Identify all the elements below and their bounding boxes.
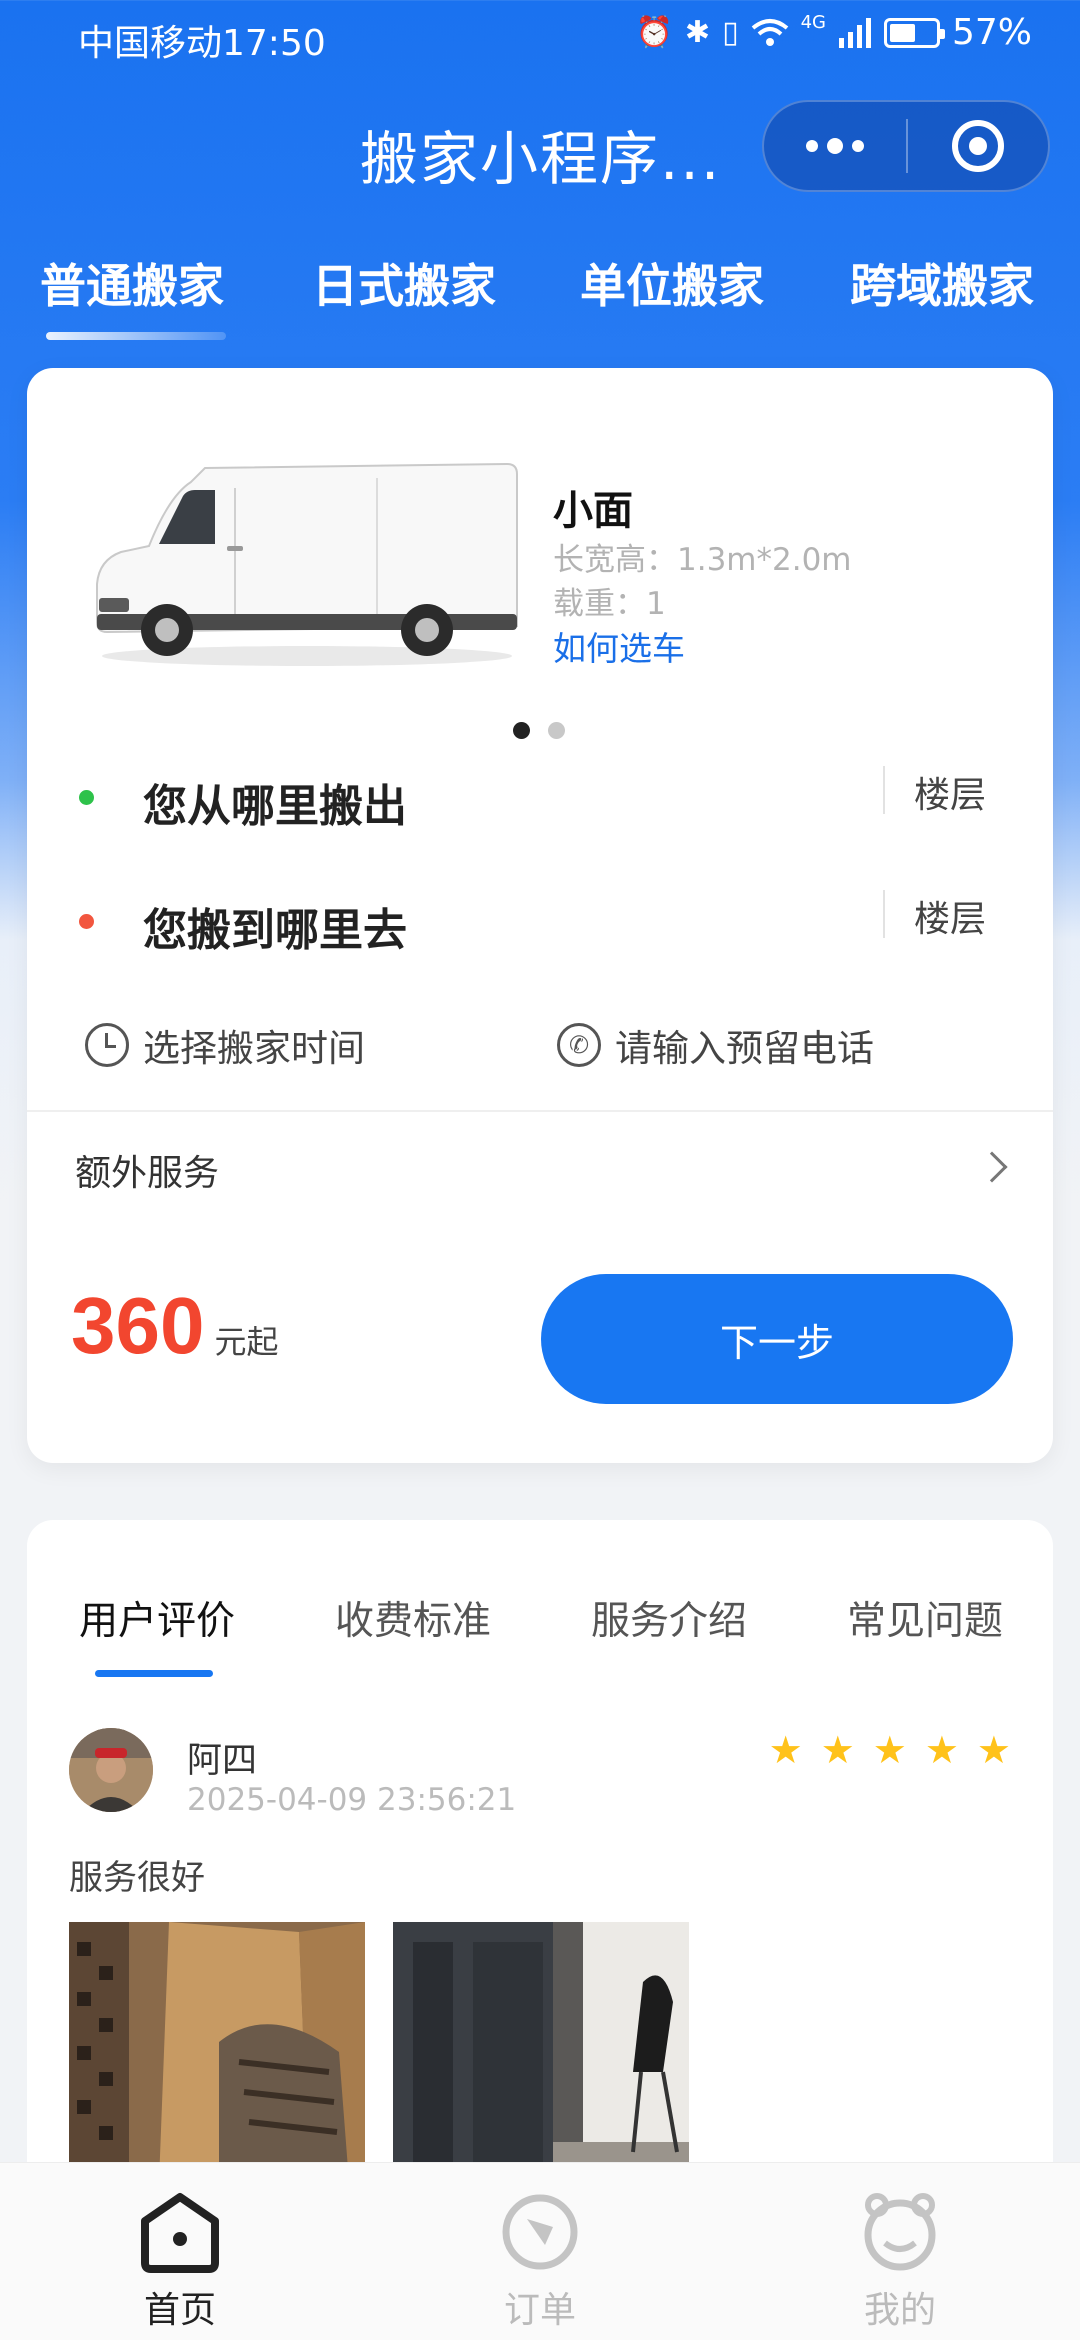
battery-icon <box>883 17 945 48</box>
review-date: 2025-04-09 23:56:21 <box>187 1782 517 1818</box>
tabbar-home[interactable]: 首页 <box>110 2191 250 2333</box>
phone-icon: ✆ <box>557 1023 601 1067</box>
to-address-input[interactable]: 您搬到哪里去 <box>143 894 407 958</box>
tabbar-orders-label: 订单 <box>503 2290 576 2331</box>
carrier-time: 中国移动17:50 <box>78 23 326 64</box>
chevron-right-icon <box>976 1151 1008 1183</box>
bluetooth-icon: ✱ <box>684 14 711 50</box>
wifi-icon <box>751 18 788 46</box>
price-amount: 360 <box>71 1281 205 1370</box>
tab-user-reviews[interactable]: 用户评价 <box>79 1590 235 1646</box>
from-floor-button[interactable]: 楼层 <box>914 766 986 818</box>
tabbar-orders[interactable]: 订单 <box>470 2191 610 2333</box>
phone-input[interactable]: ✆ 请输入预留电话 <box>557 1018 874 1072</box>
pager-dot-active[interactable] <box>513 722 530 739</box>
how-to-choose-link[interactable]: 如何选车 <box>553 622 685 670</box>
more-dot-icon <box>806 140 818 152</box>
tab-cross-region-moving[interactable]: 跨域搬家 <box>850 250 1034 316</box>
from-address-row[interactable]: 您从哪里搬出 楼层 <box>27 758 1053 838</box>
battery-percent: 57% <box>951 12 1032 53</box>
home-icon <box>141 2193 219 2273</box>
active-tab-indicator <box>95 1670 213 1677</box>
star-icon: ★ <box>768 1728 803 1772</box>
star-icon: ★ <box>924 1728 959 1772</box>
title-bar: 搬家小程序... <box>0 90 1080 210</box>
more-dot-icon <box>827 138 843 154</box>
to-dot-icon <box>79 914 94 929</box>
star-icon: ★ <box>872 1728 907 1772</box>
active-tab-indicator <box>46 332 226 340</box>
moving-time-placeholder: 选择搬家时间 <box>143 1027 365 1070</box>
bottom-tab-bar: 首页 订单 我的 <box>0 2162 1080 2340</box>
booking-card: 小面 长宽高：1.3m*2.0m 载重：1 如何选车 您从哪里搬出 楼层 您搬到… <box>27 368 1053 1463</box>
star-icon: ★ <box>976 1728 1011 1772</box>
tabbar-mine[interactable]: 我的 <box>830 2191 970 2333</box>
status-bar: 中国移动17:50 ⏰ ✱ ▯ 4G 57% <box>0 0 1080 80</box>
extra-services-label: 额外服务 <box>75 1153 220 1194</box>
vehicle-dimensions: 长宽高：1.3m*2.0m <box>553 542 852 578</box>
tab-faq[interactable]: 常见问题 <box>847 1590 1003 1646</box>
section-divider <box>27 1110 1053 1112</box>
alarm-icon: ⏰ <box>635 14 673 50</box>
price-display: 360 元起 <box>71 1280 279 1372</box>
from-address-input[interactable]: 您从哪里搬出 <box>143 770 407 834</box>
vehicle-name: 小面 <box>553 488 633 534</box>
star-icon: ★ <box>820 1728 855 1772</box>
pager-dot[interactable] <box>548 722 565 739</box>
close-mini-program-button[interactable] <box>908 120 1048 172</box>
phone-placeholder: 请输入预留电话 <box>615 1027 874 1070</box>
review-text: 服务很好 <box>69 1858 205 1898</box>
to-address-row[interactable]: 您搬到哪里去 楼层 <box>27 882 1053 962</box>
next-step-button[interactable]: 下一步 <box>541 1274 1013 1404</box>
tab-normal-moving[interactable]: 普通搬家 <box>40 250 224 316</box>
mini-program-capsule <box>762 100 1050 192</box>
price-unit: 元起 <box>214 1323 279 1361</box>
vehicle-load: 载重：1 <box>553 586 666 622</box>
tab-pricing-standard[interactable]: 收费标准 <box>335 1590 491 1646</box>
tab-service-intro[interactable]: 服务介绍 <box>591 1590 747 1646</box>
review-photo[interactable] <box>393 1922 689 2182</box>
to-floor-button[interactable]: 楼层 <box>914 890 986 942</box>
van-image[interactable] <box>87 448 527 678</box>
page-title: 搬家小程序... <box>360 125 722 193</box>
more-dot-icon <box>852 140 864 152</box>
target-icon <box>952 120 1004 172</box>
divider <box>883 890 885 938</box>
status-icons: ⏰ ✱ ▯ 4G 57% <box>636 12 1032 53</box>
tab-company-moving[interactable]: 单位搬家 <box>580 250 764 316</box>
rating-stars: ★ ★ ★ ★ ★ <box>769 1730 1011 1770</box>
meta-row: 选择搬家时间 ✆ 请输入预留电话 <box>27 1018 1053 1088</box>
from-dot-icon <box>79 790 94 805</box>
service-tabs: 普通搬家 日式搬家 单位搬家 跨域搬家 <box>0 250 1080 350</box>
vibrate-icon: ▯ <box>722 14 739 50</box>
avatar[interactable] <box>69 1728 153 1812</box>
extra-services-row[interactable]: 额外服务 <box>27 1118 1053 1218</box>
divider <box>883 766 885 814</box>
review-photo[interactable] <box>69 1922 365 2182</box>
more-menu-button[interactable] <box>764 102 906 190</box>
tab-japanese-moving[interactable]: 日式搬家 <box>312 250 496 316</box>
clock-icon <box>85 1023 129 1067</box>
reviewer-name: 阿四 <box>187 1741 258 1781</box>
moving-time-picker[interactable]: 选择搬家时间 <box>85 1018 365 1072</box>
carousel-pager <box>513 722 565 739</box>
profile-icon <box>864 2193 936 2271</box>
tabbar-mine-label: 我的 <box>863 2290 936 2331</box>
tabbar-home-label: 首页 <box>143 2290 216 2331</box>
compass-icon <box>502 2194 578 2270</box>
network-type: 4G <box>800 12 826 33</box>
signal-icon <box>838 17 871 48</box>
